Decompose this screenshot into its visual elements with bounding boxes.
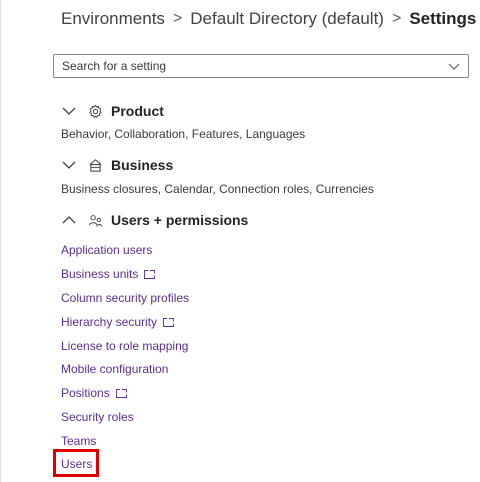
link-label: Hierarchy security: [61, 315, 158, 329]
link-label: Mobile configuration: [61, 362, 169, 376]
section-product-title: Product: [111, 103, 164, 119]
search-input[interactable]: [54, 55, 434, 77]
section-users-permissions-header[interactable]: Users + permissions: [62, 210, 248, 230]
left-panel-border: [0, 0, 1, 482]
link-label: Business units: [61, 267, 139, 281]
open-in-new-window-icon: [144, 269, 156, 279]
link-license-to-role-mapping[interactable]: License to role mapping: [61, 339, 188, 353]
highlight-box: [53, 449, 99, 477]
breadcrumb-separator: >: [172, 10, 183, 27]
section-product-description: Behavior, Collaboration, Features, Langu…: [61, 127, 306, 141]
section-business-header[interactable]: Business: [62, 155, 173, 175]
gear-icon: [89, 104, 102, 118]
link-label: License to role mapping: [61, 339, 189, 353]
link-security-roles[interactable]: Security roles: [61, 410, 134, 424]
chevron-down-icon: [62, 107, 76, 115]
link-label: Security roles: [61, 410, 134, 424]
section-users-permissions-title: Users + permissions: [111, 212, 249, 228]
link-application-users[interactable]: Application users: [61, 243, 152, 257]
people-icon: [88, 214, 103, 227]
open-in-new-window-icon: [115, 388, 127, 398]
section-product-header[interactable]: Product: [62, 101, 164, 121]
breadcrumb: Environments > Default Directory (defaul…: [61, 9, 476, 29]
breadcrumb-environments[interactable]: Environments: [61, 9, 165, 29]
link-label: Column security profiles: [61, 291, 190, 305]
link-label: Positions: [61, 386, 110, 400]
breadcrumb-separator: >: [391, 10, 402, 27]
open-in-new-window-icon: [163, 317, 174, 327]
building-icon: [89, 158, 102, 172]
chevron-up-icon: [62, 216, 76, 224]
setting-search-combobox[interactable]: [53, 54, 469, 78]
chevron-down-icon: [62, 161, 76, 169]
link-column-security-profiles[interactable]: Column security profiles: [61, 291, 189, 305]
section-business-description: Business closures, Calendar, Connection …: [61, 182, 374, 196]
link-hierarchy-security[interactable]: Hierarchy security: [61, 315, 174, 329]
chevron-down-icon[interactable]: [448, 61, 460, 71]
breadcrumb-directory[interactable]: Default Directory (default): [190, 9, 384, 29]
link-positions[interactable]: Positions: [61, 386, 127, 400]
section-business-title: Business: [111, 157, 174, 173]
link-teams[interactable]: Teams: [61, 434, 96, 448]
link-label: Teams: [61, 434, 97, 448]
link-mobile-configuration[interactable]: Mobile configuration: [61, 362, 168, 376]
link-label: Application users: [61, 243, 153, 257]
breadcrumb-current: Settings: [409, 9, 477, 28]
link-business-units[interactable]: Business units: [61, 267, 156, 281]
